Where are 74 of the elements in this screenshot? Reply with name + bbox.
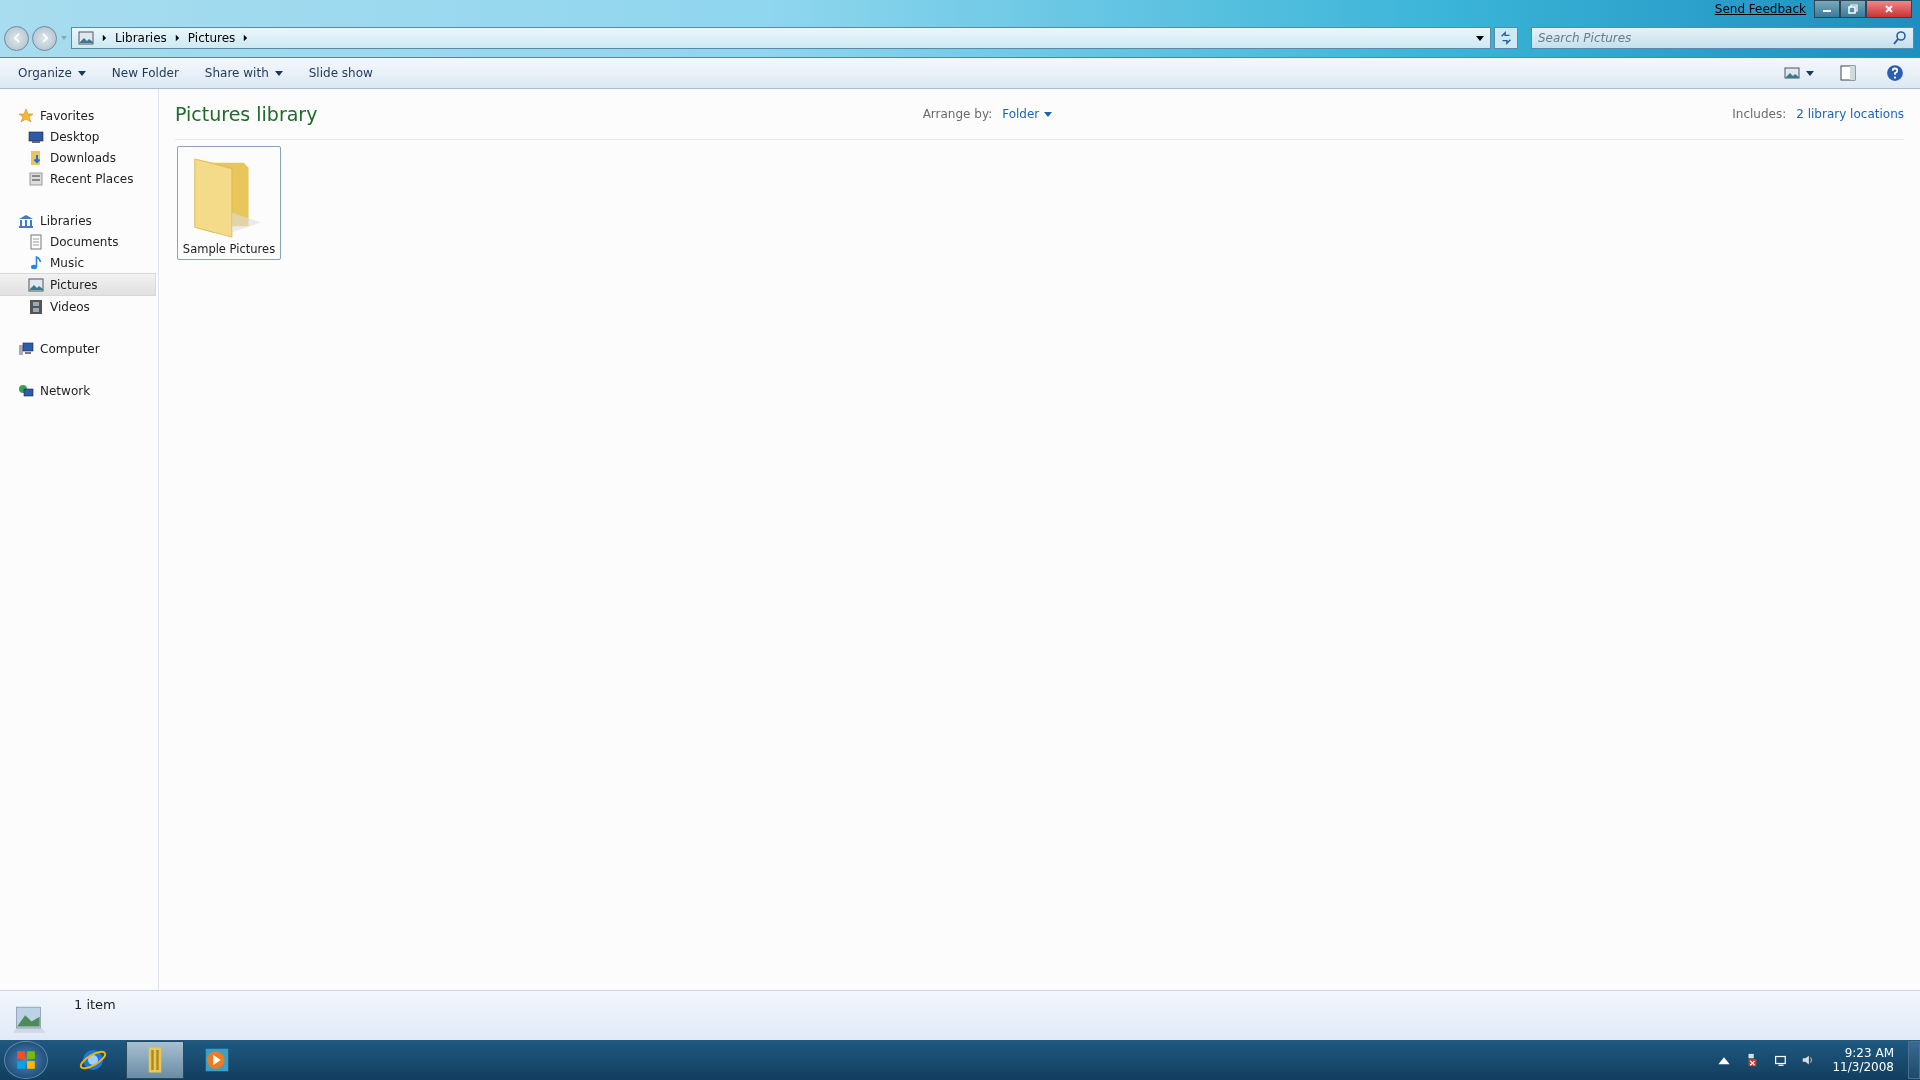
recent-places-icon [28, 170, 44, 187]
monitor-icon [28, 128, 44, 145]
start-button[interactable] [4, 1041, 48, 1079]
chevron-icon[interactable] [243, 34, 249, 42]
nav-item[interactable]: Network [0, 380, 158, 401]
dropdown-caret-icon[interactable] [1476, 34, 1484, 42]
breadcrumb[interactable]: Pictures [187, 31, 236, 45]
nav-label: Desktop [50, 129, 100, 144]
library-locations-link[interactable]: 2 library locations [1796, 107, 1904, 121]
picture-icon [78, 30, 94, 46]
toolbar-button[interactable]: Organize [8, 62, 96, 84]
taskbar-app[interactable] [126, 1041, 184, 1079]
picture-icon [28, 276, 44, 293]
four-squares-icon [15, 1049, 37, 1071]
nav-item[interactable]: Recent Places [0, 168, 158, 189]
nav-item[interactable]: Favorites [0, 105, 158, 126]
nav-item[interactable]: Pictures [0, 273, 156, 296]
document-icon [28, 233, 44, 250]
folder-tile[interactable]: Sample Pictures [177, 146, 281, 260]
search-field[interactable]: Search Pictures [1531, 27, 1914, 49]
view-options-caret-icon[interactable] [1806, 69, 1814, 77]
nav-item[interactable]: Music [0, 252, 158, 273]
close-button[interactable] [1866, 0, 1912, 18]
nav-label: Computer [40, 341, 100, 356]
close-icon [1884, 4, 1894, 14]
nav-label: Network [40, 383, 91, 398]
music-note-icon [28, 254, 44, 271]
breadcrumb[interactable]: Libraries [115, 31, 167, 45]
help-icon[interactable] [1886, 64, 1904, 82]
nav-item[interactable]: Documents [0, 231, 158, 252]
library-icon [18, 212, 34, 229]
change-view-icon[interactable] [1784, 65, 1800, 81]
arrange-dropdown[interactable]: Folder [1002, 107, 1053, 121]
refresh-icon [1499, 31, 1513, 45]
nav-label: Downloads [50, 150, 116, 165]
forward-button[interactable] [32, 25, 57, 51]
caret-icon [1044, 110, 1053, 118]
nav-item[interactable]: Computer [0, 338, 158, 359]
nav-item[interactable]: Downloads [0, 147, 158, 168]
nav-label: Videos [50, 299, 90, 314]
library-title: Pictures library [175, 103, 318, 125]
clock[interactable]: 9:23 AM 11/3/2008 [1832, 1046, 1894, 1074]
back-button[interactable] [4, 25, 29, 51]
clock-date: 11/3/2008 [1832, 1060, 1894, 1074]
toolbar-button[interactable]: Share with [194, 62, 293, 84]
send-feedback-link[interactable]: Send Feedback [1714, 2, 1806, 16]
includes-label: Includes: [1732, 107, 1787, 121]
chevron-icon[interactable] [102, 34, 107, 42]
nav-label: Libraries [40, 213, 92, 228]
computer-icon [18, 340, 34, 357]
refresh-button[interactable] [1494, 27, 1518, 49]
toolbar-button[interactable]: New Folder [101, 62, 189, 84]
nav-label: Music [50, 255, 85, 270]
nav-label: Favorites [40, 108, 95, 123]
nav-item[interactable]: Desktop [0, 126, 158, 147]
restore-icon [1848, 4, 1858, 14]
nav-label: Pictures [50, 277, 98, 292]
item-count: 1 item [74, 997, 116, 1012]
address-bar[interactable]: Libraries Pictures [71, 27, 1491, 49]
nav-item[interactable]: Videos [0, 296, 158, 317]
nav-label: Recent Places [50, 171, 134, 186]
minimize-button[interactable] [1814, 0, 1840, 18]
nav-label: Documents [50, 234, 119, 249]
folder-label: Sample Pictures [182, 242, 276, 256]
search-icon [1892, 30, 1908, 46]
film-icon [28, 298, 44, 315]
star-icon [18, 107, 34, 124]
nav-item[interactable]: Libraries [0, 210, 158, 231]
clock-time: 9:23 AM [1844, 1046, 1894, 1060]
preview-pane-icon[interactable] [1840, 65, 1856, 81]
chevron-icon[interactable] [174, 34, 180, 42]
arrange-by-label: Arrange by: [922, 107, 993, 121]
toolbar-button[interactable]: Slide show [298, 62, 383, 84]
restore-button[interactable] [1840, 0, 1866, 18]
